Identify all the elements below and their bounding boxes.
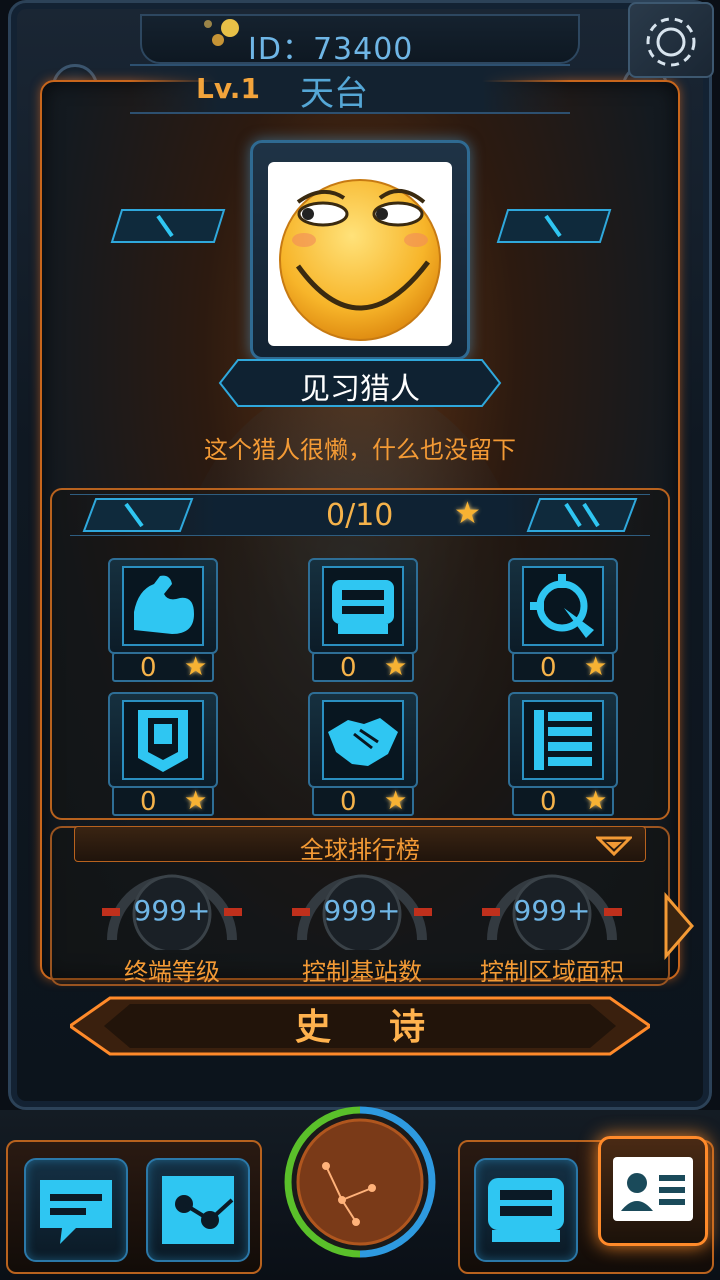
rank-label-area: 控制区域面积 (480, 958, 624, 986)
player-nickname: 见习猎人 (300, 372, 420, 407)
star-icon: ★ (184, 786, 208, 816)
id-card-icon (613, 1157, 693, 1221)
next-avatar-button[interactable] (494, 206, 614, 246)
network-nodes-icon (162, 1176, 234, 1244)
next-ranking-button[interactable] (662, 890, 696, 962)
tile-count: 0 (140, 787, 157, 817)
rank-label-terminal: 终端等级 (124, 958, 220, 986)
muscle-arm-icon (134, 575, 194, 634)
star-icon: ★ (584, 652, 608, 682)
terminal-device-icon (332, 580, 394, 634)
tile-count: 0 (340, 787, 357, 817)
achievement-tile-list[interactable]: 0 ★ (508, 692, 618, 817)
achievement-tile-terminal[interactable]: 0 ★ (308, 558, 418, 683)
achievement-tile-target[interactable]: 0 ★ (508, 558, 618, 683)
network-button[interactable] (146, 1158, 250, 1262)
avatar[interactable] (268, 162, 452, 346)
rank-value-terminal: 999+ (133, 894, 211, 927)
prev-avatar-button[interactable] (108, 206, 228, 246)
achievement-tile-alliance[interactable]: 0 ★ (308, 692, 418, 817)
chat-button[interactable] (24, 1158, 128, 1262)
achievement-tile-banner[interactable]: 0 ★ (108, 692, 218, 817)
star-icon: ★ (454, 496, 481, 531)
chat-bubble-icon (40, 1180, 112, 1244)
crosshair-target-icon (530, 574, 594, 638)
smirk-face-icon (279, 179, 441, 341)
player-id: ID：73400 (248, 32, 414, 67)
rank-label-stations: 控制基站数 (302, 958, 422, 986)
settings-button[interactable] (628, 2, 714, 78)
player-signature: 这个猎人很懒，什么也没留下 (204, 436, 516, 464)
bee-icon (204, 19, 239, 46)
world-map-button[interactable] (282, 1104, 438, 1260)
rank-tier-label: 史诗 (294, 1007, 483, 1048)
star-icon: ★ (184, 652, 208, 682)
terminal-device-icon (488, 1178, 564, 1242)
gear-icon (646, 17, 696, 67)
terminal-button[interactable] (474, 1158, 578, 1262)
banner-shield-icon (138, 710, 188, 772)
rank-value-area: 999+ (513, 894, 591, 927)
player-level: Lv.1 (196, 72, 260, 105)
triangle-down-icon[interactable] (596, 836, 632, 856)
star-progress-text: 0/10 (326, 498, 394, 533)
next-page-button[interactable] (524, 496, 640, 534)
tile-count: 0 (140, 653, 157, 683)
profile-button[interactable] (598, 1136, 708, 1246)
tile-count: 0 (540, 653, 557, 683)
area-name: 天台 (300, 74, 368, 114)
achievement-tile-strength[interactable]: 0 ★ (108, 558, 218, 683)
star-icon: ★ (584, 786, 608, 816)
star-icon: ★ (384, 786, 408, 816)
tile-count: 0 (340, 653, 357, 683)
tile-count: 0 (540, 787, 557, 817)
rank-value-stations: 999+ (323, 894, 401, 927)
prev-page-button[interactable] (80, 496, 196, 534)
ranking-title: 全球排行榜 (300, 836, 420, 864)
star-icon: ★ (384, 652, 408, 682)
list-rows-icon (534, 710, 592, 770)
handshake-icon (328, 718, 398, 766)
